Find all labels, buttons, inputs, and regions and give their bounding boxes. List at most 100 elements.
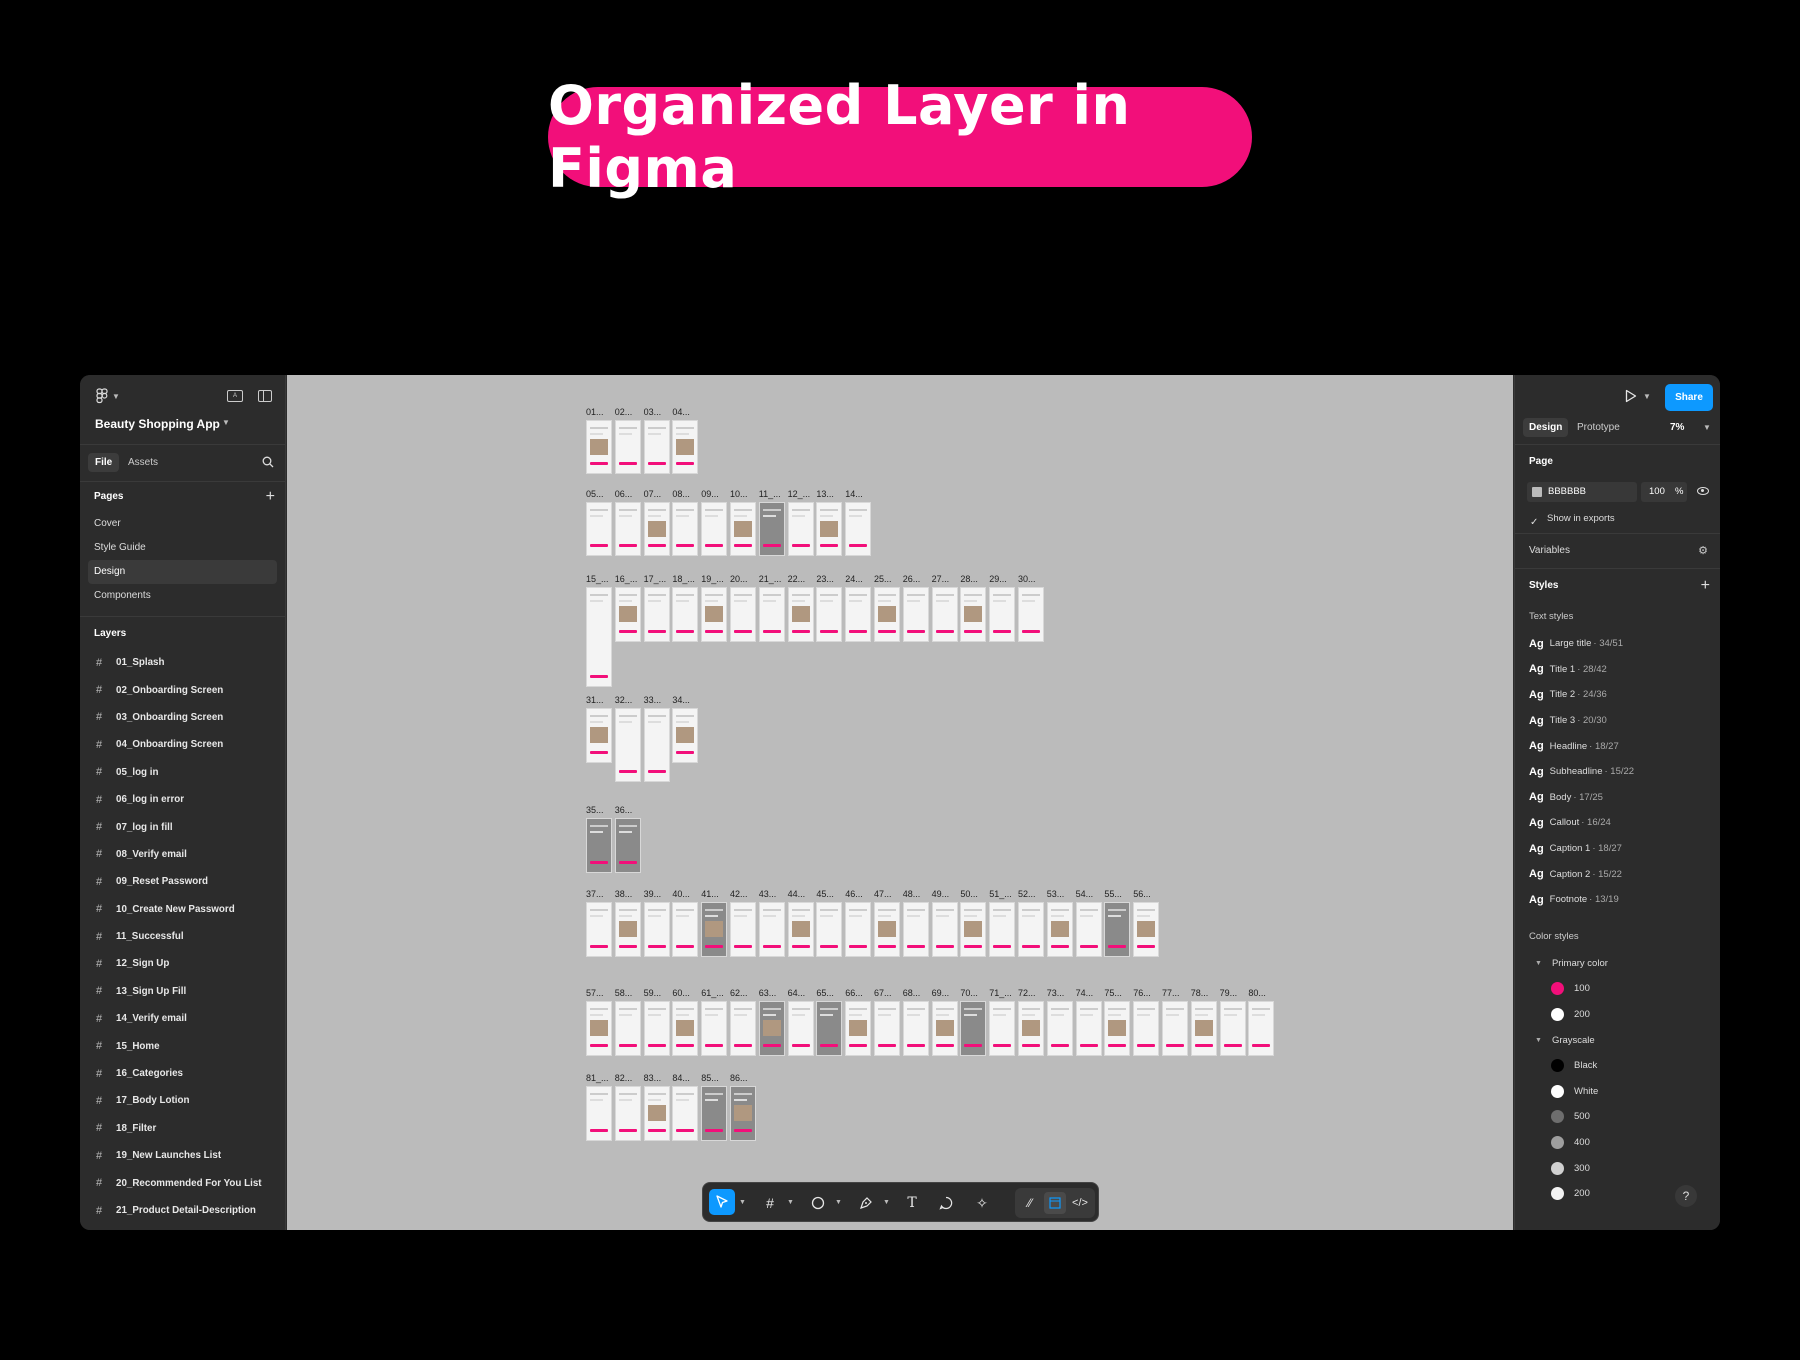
share-button[interactable]: Share (1665, 384, 1713, 411)
frame-label[interactable]: 28... (960, 574, 978, 584)
text-style-item[interactable]: Ag Large title · 34/51 (1515, 631, 1720, 657)
frame-label[interactable]: 54... (1076, 889, 1094, 899)
frame-label[interactable]: 09... (701, 489, 719, 499)
add-page-icon[interactable]: + (266, 482, 275, 512)
frame-thumbnail[interactable] (1018, 1001, 1044, 1056)
shape-tool-chevron-icon[interactable]: ▼ (835, 1199, 842, 1206)
frame-label[interactable]: 33... (644, 695, 662, 705)
actions-sparkle-icon[interactable]: ✧ (971, 1192, 993, 1214)
frame-label[interactable]: 69... (932, 988, 950, 998)
frame-thumbnail[interactable] (614, 1086, 641, 1141)
frame-thumbnail[interactable] (1248, 1001, 1275, 1056)
frame-thumbnail[interactable] (701, 587, 728, 642)
frame-label[interactable]: 51_... (989, 889, 1012, 899)
layer-item[interactable]: #02_Onboarding Screen (80, 676, 285, 703)
frame-label[interactable]: 35... (586, 805, 604, 815)
frame-thumbnail[interactable] (931, 902, 958, 957)
frame-thumbnail[interactable] (845, 902, 872, 957)
frame-label[interactable]: 72... (1018, 988, 1036, 998)
frame-label[interactable]: 30... (1018, 574, 1036, 584)
frame-label[interactable]: 40... (672, 889, 690, 899)
frame-label[interactable]: 17_... (644, 574, 667, 584)
page-item-components[interactable]: Components (88, 584, 277, 608)
frame-thumbnail[interactable] (902, 587, 929, 642)
pen-tool-icon[interactable] (855, 1192, 877, 1214)
text-style-item[interactable]: Ag Title 3 · 20/30 (1515, 708, 1720, 734)
frame-label[interactable]: 70... (960, 988, 978, 998)
design-mode-icon[interactable] (1044, 1192, 1066, 1214)
search-icon[interactable] (262, 456, 274, 468)
tab-design[interactable]: Design (1523, 418, 1569, 437)
frame-label[interactable]: 66... (845, 988, 863, 998)
frame-label[interactable]: 22... (788, 574, 806, 584)
present-play-icon[interactable] (1625, 389, 1637, 403)
frame-thumbnail[interactable] (614, 1001, 641, 1056)
frame-thumbnail[interactable] (816, 902, 843, 957)
tab-assets[interactable]: Assets (128, 457, 158, 468)
frame-thumbnail[interactable] (1046, 902, 1073, 957)
frame-label[interactable]: 63... (759, 988, 777, 998)
frame-thumbnail[interactable] (643, 902, 670, 957)
frame-thumbnail[interactable] (902, 902, 929, 957)
frame-label[interactable]: 07... (644, 489, 662, 499)
move-tool-icon[interactable] (709, 1189, 735, 1215)
page-color-swatch[interactable] (1532, 487, 1542, 497)
layer-item[interactable]: #03_Onboarding Screen (80, 704, 285, 731)
frame-thumbnail[interactable] (1133, 1001, 1160, 1056)
frame-thumbnail[interactable] (845, 1001, 872, 1056)
frame-label[interactable]: 62... (730, 988, 748, 998)
frame-thumbnail[interactable] (845, 587, 872, 642)
frame-label[interactable]: 13... (816, 489, 834, 499)
frame-thumbnail[interactable] (701, 902, 728, 957)
frame-thumbnail[interactable] (758, 902, 785, 957)
frame-label[interactable]: 18_... (672, 574, 695, 584)
color-group[interactable]: ▼ Grayscale (1515, 1027, 1720, 1053)
text-tool-icon[interactable]: T (901, 1192, 923, 1214)
frame-thumbnail[interactable] (643, 420, 670, 474)
text-style-item[interactable]: Ag Caption 2 · 15/22 (1515, 861, 1720, 887)
pen-tool-chevron-icon[interactable]: ▼ (883, 1199, 890, 1206)
frame-label[interactable]: 64... (788, 988, 806, 998)
frame-label[interactable]: 31... (586, 695, 604, 705)
draw-mode-icon[interactable]: ⁄⁄ (1019, 1192, 1041, 1214)
text-style-item[interactable]: Ag Footnote · 13/19 (1515, 887, 1720, 913)
frame-label[interactable]: 67... (874, 988, 892, 998)
frame-label[interactable]: 24... (845, 574, 863, 584)
text-style-item[interactable]: Ag Title 1 · 28/42 (1515, 657, 1720, 683)
visibility-eye-icon[interactable] (1697, 487, 1709, 495)
frame-thumbnail[interactable] (672, 902, 699, 957)
frame-thumbnail[interactable] (758, 1001, 785, 1056)
add-style-icon[interactable]: + (1701, 569, 1710, 603)
frame-thumbnail[interactable] (960, 1001, 987, 1056)
color-style-item[interactable]: 200 (1515, 1002, 1720, 1028)
frame-thumbnail[interactable] (931, 587, 958, 642)
checkmark-icon[interactable]: ✓ (1530, 511, 1538, 535)
frame-thumbnail[interactable] (787, 902, 814, 957)
frame-label[interactable]: 23... (816, 574, 834, 584)
frame-label[interactable]: 29... (989, 574, 1007, 584)
layer-item[interactable]: #04_Onboarding Screen (80, 731, 285, 758)
frame-thumbnail[interactable] (586, 502, 612, 556)
frame-thumbnail[interactable] (1162, 1001, 1188, 1056)
frame-label[interactable]: 20... (730, 574, 748, 584)
text-style-item[interactable]: Ag Headline · 18/27 (1515, 733, 1720, 759)
project-name[interactable]: Beauty Shopping App (95, 417, 220, 431)
frame-thumbnail[interactable] (1104, 902, 1131, 957)
frame-label[interactable]: 56... (1133, 889, 1151, 899)
frame-label[interactable]: 15_... (586, 574, 609, 584)
frame-label[interactable]: 45... (816, 889, 834, 899)
frame-thumbnail[interactable] (672, 587, 699, 642)
sidebar-toggle-icon[interactable] (258, 390, 272, 402)
variables-row[interactable]: Variables ⚙ (1515, 534, 1720, 568)
layer-item[interactable]: #13_Sign Up Fill (80, 978, 285, 1005)
tab-file[interactable]: File (88, 453, 120, 472)
frame-thumbnail[interactable] (874, 902, 900, 957)
frame-thumbnail[interactable] (614, 818, 641, 873)
layer-item[interactable]: #01_Splash (80, 649, 285, 676)
frame-thumbnail[interactable] (701, 1086, 728, 1141)
frame-thumbnail[interactable] (1190, 1001, 1217, 1056)
frame-label[interactable]: 10... (730, 489, 748, 499)
frame-label[interactable]: 37... (586, 889, 604, 899)
frame-thumbnail[interactable] (989, 902, 1016, 957)
frame-tool-icon[interactable]: # (759, 1192, 781, 1214)
